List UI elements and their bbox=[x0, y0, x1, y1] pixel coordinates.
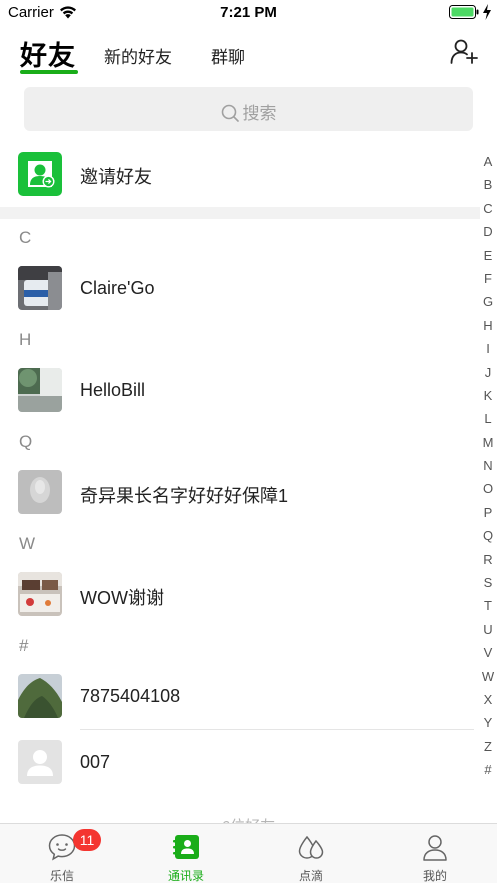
charging-icon bbox=[483, 4, 491, 20]
alphabet-index-letter[interactable]: T bbox=[478, 594, 497, 617]
add-friend-icon[interactable] bbox=[450, 37, 478, 65]
alphabet-index-letter[interactable]: I bbox=[478, 337, 497, 360]
tab-group-chats-label: 群聊 bbox=[211, 48, 245, 67]
alphabet-index-letter[interactable]: G bbox=[478, 290, 497, 313]
contact-row[interactable]: 奇异果长名字好好好保障1 bbox=[0, 460, 480, 524]
tab-friends-label: 好友 bbox=[20, 41, 76, 71]
default-avatar bbox=[18, 740, 62, 784]
avatar bbox=[18, 266, 62, 310]
alphabet-index-letter[interactable]: Q bbox=[478, 524, 497, 547]
tab-new-friends-label: 新的好友 bbox=[104, 48, 172, 67]
search-input[interactable]: 搜索 bbox=[24, 87, 473, 131]
alphabet-index-letter[interactable]: L bbox=[478, 407, 497, 430]
avatar bbox=[18, 368, 62, 412]
status-bar: Carrier 7:21 PM bbox=[0, 0, 497, 26]
avatar bbox=[18, 470, 62, 514]
alphabet-index-letter[interactable]: P bbox=[478, 501, 497, 524]
alphabet-index-letter[interactable]: Z bbox=[478, 735, 497, 758]
battery-icon bbox=[449, 5, 479, 19]
tab-friends[interactable]: 好友 bbox=[20, 26, 80, 78]
tabbar-label: 我的 bbox=[422, 869, 447, 883]
alphabet-index-letter[interactable]: A bbox=[478, 150, 497, 173]
bottom-tab-bar: 11 乐信 通讯录 点滴 我的 bbox=[0, 823, 497, 883]
contact-row[interactable]: 7875404108 bbox=[0, 664, 480, 728]
contact-row[interactable]: WOW谢谢 bbox=[0, 562, 480, 626]
alphabet-index-letter[interactable]: D bbox=[478, 220, 497, 243]
alphabet-index-letter[interactable]: J bbox=[478, 361, 497, 384]
section-header-hash: # bbox=[19, 636, 29, 655]
contact-name: 7875404108 bbox=[80, 686, 181, 706]
tabbar-label: 乐信 bbox=[49, 869, 74, 883]
alphabet-index-letter[interactable]: B bbox=[478, 173, 497, 196]
section-header-c: C bbox=[19, 228, 32, 247]
section-header-h: H bbox=[19, 330, 32, 349]
alphabet-index-letter[interactable]: C bbox=[478, 197, 497, 220]
contacts-book-icon bbox=[173, 835, 199, 859]
alphabet-index-letter[interactable]: N bbox=[478, 454, 497, 477]
tabbar-label: 通讯录 bbox=[167, 869, 204, 883]
alphabet-index-letter[interactable]: S bbox=[478, 571, 497, 594]
contact-name: 奇异果长名字好好好保障1 bbox=[80, 486, 289, 506]
contact-row[interactable]: Claire'Go bbox=[0, 256, 480, 320]
avatar bbox=[18, 674, 62, 718]
clock: 7:21 PM bbox=[220, 4, 277, 21]
search-icon bbox=[221, 104, 239, 122]
water-drop-icon bbox=[298, 835, 324, 859]
alphabet-index-letter[interactable]: # bbox=[478, 758, 497, 781]
alphabet-index-letter[interactable]: X bbox=[478, 688, 497, 711]
invite-friend-icon bbox=[28, 161, 55, 188]
alphabet-index-letter[interactable]: E bbox=[478, 244, 497, 267]
alphabet-index[interactable]: A B C D E F G H I J K L M N O P Q R S T U V W X Y Z # bbox=[478, 150, 497, 782]
section-header-w: W bbox=[19, 534, 36, 553]
alphabet-index-letter[interactable]: V bbox=[478, 641, 497, 664]
user-profile-icon bbox=[423, 835, 447, 861]
unread-badge: 11 bbox=[73, 829, 101, 851]
alphabet-index-letter[interactable]: M bbox=[478, 431, 497, 454]
contact-row[interactable]: HelloBill bbox=[0, 358, 480, 422]
header: 好友 新的好友 群聊 bbox=[0, 26, 497, 78]
alphabet-index-letter[interactable]: U bbox=[478, 618, 497, 641]
contact-name: 007 bbox=[80, 752, 111, 772]
avatar bbox=[18, 572, 62, 616]
contact-row[interactable]: 007 bbox=[0, 730, 480, 794]
search-placeholder-wrap: 搜索 bbox=[24, 99, 473, 124]
contact-name: Claire'Go bbox=[80, 278, 155, 298]
contact-name: WOW谢谢 bbox=[80, 588, 164, 608]
tabbar-item-moments[interactable]: 点滴 bbox=[249, 824, 373, 883]
default-user-icon bbox=[18, 740, 62, 784]
alphabet-index-letter[interactable]: K bbox=[478, 384, 497, 407]
alphabet-index-letter[interactable]: F bbox=[478, 267, 497, 290]
alphabet-index-letter[interactable]: R bbox=[478, 548, 497, 571]
section-divider bbox=[0, 207, 480, 219]
tabbar-label: 点滴 bbox=[298, 869, 323, 883]
tabbar-item-me[interactable]: 我的 bbox=[373, 824, 497, 883]
section-header-q: Q bbox=[19, 432, 33, 451]
tabbar-item-messages[interactable]: 11 乐信 bbox=[0, 824, 124, 883]
alphabet-index-letter[interactable]: H bbox=[478, 314, 497, 337]
invite-friends-row[interactable]: 邀请好友 bbox=[0, 147, 480, 203]
active-tab-indicator bbox=[20, 70, 78, 74]
alphabet-index-letter[interactable]: Y bbox=[478, 711, 497, 734]
contact-name: HelloBill bbox=[80, 380, 146, 400]
alphabet-index-letter[interactable]: W bbox=[478, 665, 497, 688]
invite-friends-label: 邀请好友 bbox=[80, 167, 152, 187]
tabbar-item-contacts[interactable]: 通讯录 bbox=[124, 824, 248, 883]
search-placeholder: 搜索 bbox=[242, 104, 277, 123]
invite-friends-icon-tile bbox=[18, 152, 62, 196]
alphabet-index-letter[interactable]: O bbox=[478, 477, 497, 500]
